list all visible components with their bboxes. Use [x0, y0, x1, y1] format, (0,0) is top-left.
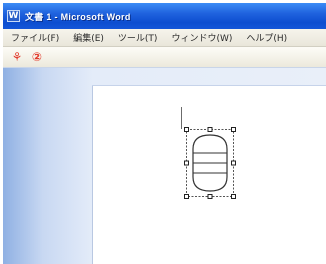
menu-tools[interactable]: ツール(T): [118, 31, 158, 44]
word-window: W 文書 1 - Microsoft Word ファイル(F) 編集(E) ツー…: [3, 3, 326, 264]
handle-top-right: [231, 127, 236, 132]
menu-window[interactable]: ウィンドウ(W): [171, 31, 232, 44]
handle-bottom-right: [231, 194, 236, 199]
handle-bottom-center: [207, 194, 213, 199]
handle-bottom-left: [184, 194, 189, 199]
handle-middle-left: [184, 160, 189, 166]
word-icon[interactable]: W: [7, 10, 20, 22]
menu-help[interactable]: ヘルプ(H): [246, 31, 287, 44]
handle-middle-right: [231, 160, 236, 166]
menu-file[interactable]: ファイル(F): [11, 31, 59, 44]
title-bar[interactable]: W 文書 1 - Microsoft Word: [3, 3, 326, 29]
text-cursor: [181, 107, 182, 129]
selected-shape[interactable]: [184, 127, 236, 199]
window-title: 文書 1 - Microsoft Word: [25, 11, 131, 22]
menu-bar: ファイル(F) 編集(E) ツール(T) ウィンドウ(W) ヘルプ(H): [3, 29, 326, 47]
handle-top-left: [184, 127, 189, 132]
menu-edit[interactable]: 編集(E): [73, 31, 104, 44]
toolbar: ⚘ ②: [3, 47, 326, 68]
document-workspace: [3, 68, 326, 264]
circle-number-tool-button[interactable]: ②: [29, 49, 45, 65]
circle-number-tool-icon: ②: [31, 50, 43, 64]
shape-tool-icon: ⚘: [11, 50, 23, 64]
shape-tool-button[interactable]: ⚘: [9, 49, 25, 65]
handle-top-center: [207, 127, 213, 132]
